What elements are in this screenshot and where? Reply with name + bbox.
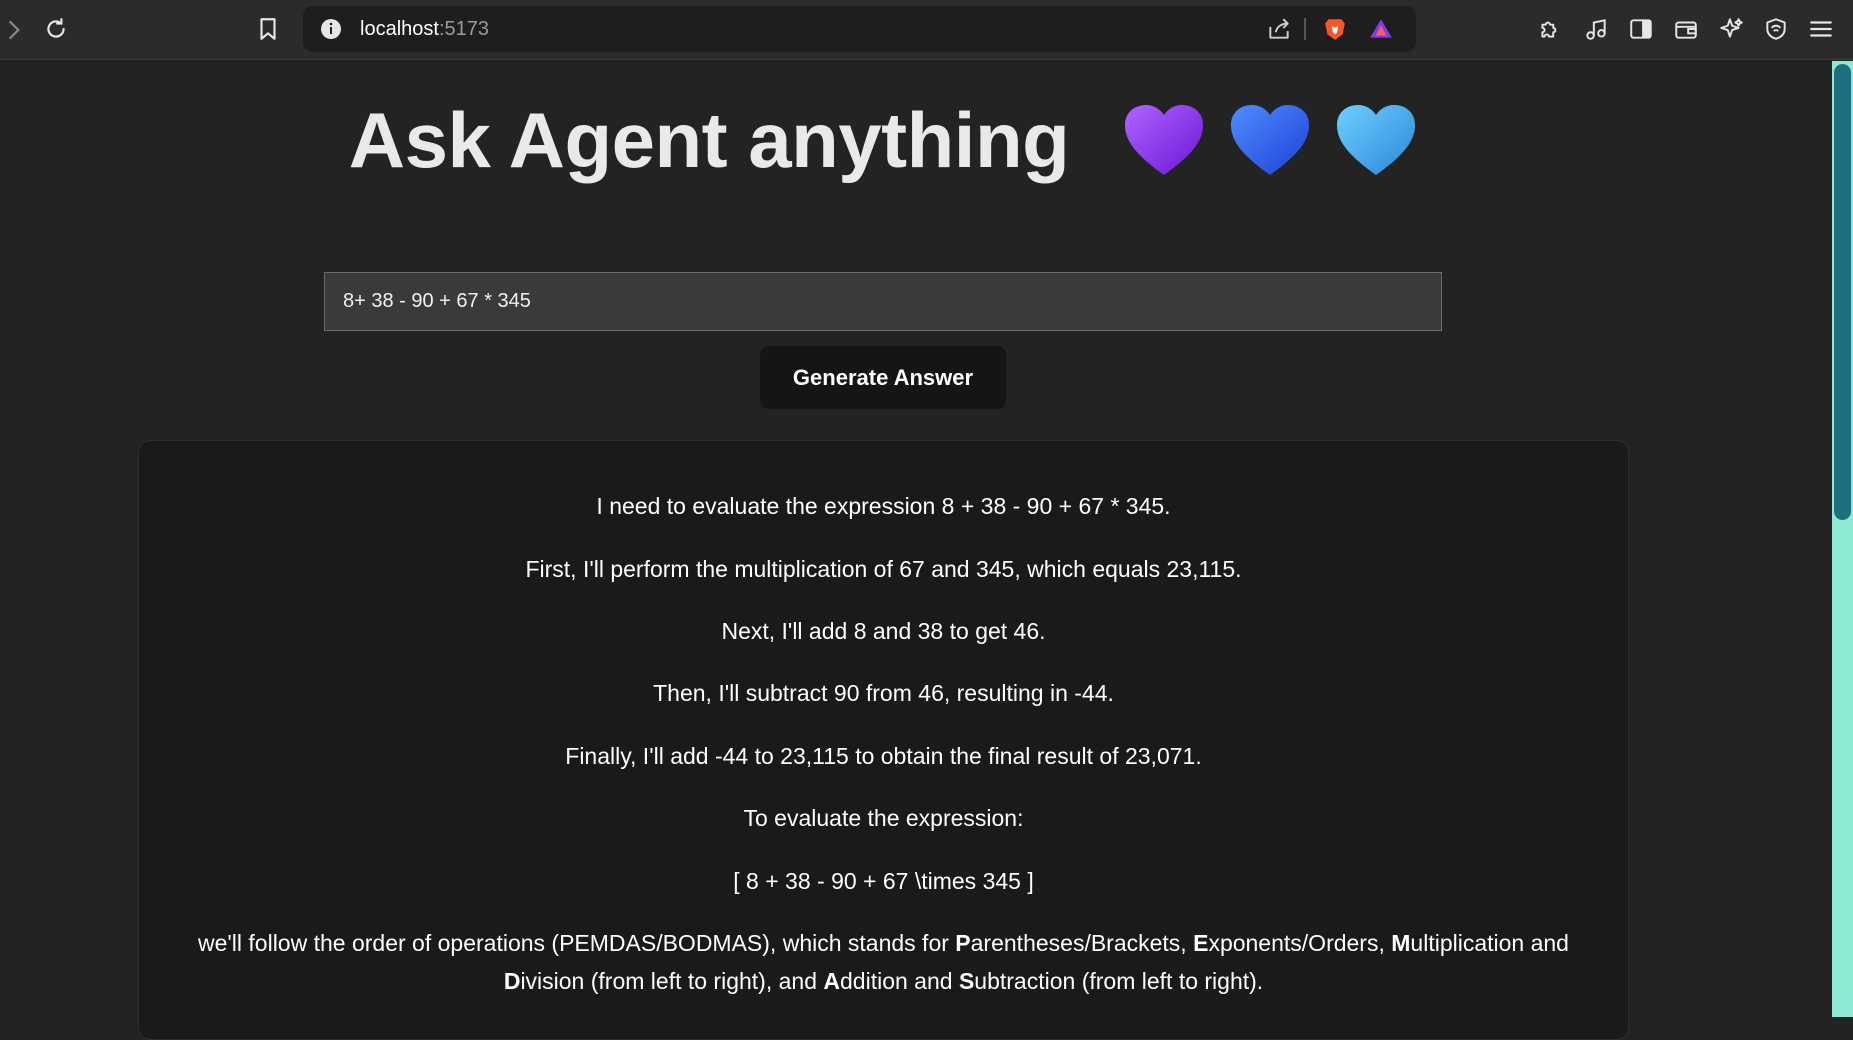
pemdas-p-rest: arentheses/Brackets,	[970, 930, 1194, 956]
pemdas-e-rest: xponents/Orders,	[1208, 930, 1392, 956]
reload-icon[interactable]	[38, 11, 74, 47]
address-bar[interactable]: localhost:5173	[303, 6, 1416, 52]
blue-heart-icon	[1231, 105, 1310, 175]
url-text[interactable]: localhost:5173	[360, 18, 489, 40]
site-info-icon[interactable]	[313, 11, 349, 47]
title-row: Ask Agent anything	[0, 80, 1766, 200]
purple-heart-icon	[1125, 105, 1204, 175]
wallet-icon[interactable]	[1668, 11, 1704, 47]
pemdas-m-rest: ultiplication and	[1410, 930, 1569, 956]
pemdas-a-rest: ddition and	[840, 968, 959, 994]
answer-line: Then, I'll subtract 90 from 46, resultin…	[653, 680, 1114, 706]
answer-line: Next, I'll add 8 and 38 to get 46.	[721, 618, 1046, 644]
vpn-shield-icon[interactable]	[1758, 11, 1794, 47]
answer-line: Finally, I'll add -44 to 23,115 to obtai…	[565, 743, 1202, 769]
browser-toolbar: localhost:5173	[0, 0, 1853, 60]
menu-icon[interactable]	[1803, 11, 1839, 47]
pemdas-d-rest: ivision (from left to right), and	[520, 968, 824, 994]
pemdas-p: P	[955, 930, 971, 956]
answer-line: To evaluate the expression:	[743, 805, 1024, 831]
sidebar-icon[interactable]	[1623, 11, 1659, 47]
answer-line: First, I'll perform the multiplication o…	[525, 556, 1242, 582]
pemdas-a: A	[823, 968, 841, 994]
pemdas-e: E	[1193, 930, 1209, 956]
music-icon[interactable]	[1578, 11, 1614, 47]
url-host: localhost	[360, 18, 439, 40]
extensions-icon[interactable]	[1532, 11, 1568, 47]
question-input[interactable]	[324, 272, 1442, 331]
url-port: :5173	[438, 18, 489, 40]
leo-ai-icon[interactable]	[1713, 11, 1749, 47]
pemdas-intro: we'll follow the order of operations (PE…	[198, 930, 956, 956]
page-title: Ask Agent anything	[348, 95, 1070, 184]
pemdas-s: S	[958, 968, 975, 994]
bookmark-icon[interactable]	[250, 11, 286, 47]
answer-line: I need to evaluate the expression 8 + 38…	[596, 493, 1171, 519]
share-icon[interactable]	[1261, 11, 1297, 47]
answer-pemdas-paragraph: we'll follow the order of operations (PE…	[139, 924, 1628, 1000]
pemdas-d: D	[503, 968, 521, 994]
scrollbar-thumb[interactable]	[1834, 64, 1851, 520]
light-blue-heart-icon	[1337, 105, 1416, 175]
pemdas-m: M	[1391, 930, 1411, 956]
address-bar-divider	[1304, 18, 1306, 40]
back-chevron-icon[interactable]	[0, 12, 32, 48]
generate-answer-button[interactable]: Generate Answer	[760, 346, 1006, 409]
answer-panel: I need to evaluate the expression 8 + 38…	[138, 440, 1629, 1040]
pemdas-s-rest: ubtraction (from left to right).	[974, 968, 1264, 994]
brave-rewards-icon[interactable]	[1363, 11, 1399, 47]
answer-line: [ 8 + 38 - 90 + 67 \times 345 ]	[733, 868, 1034, 894]
brave-shields-icon[interactable]	[1317, 11, 1353, 47]
